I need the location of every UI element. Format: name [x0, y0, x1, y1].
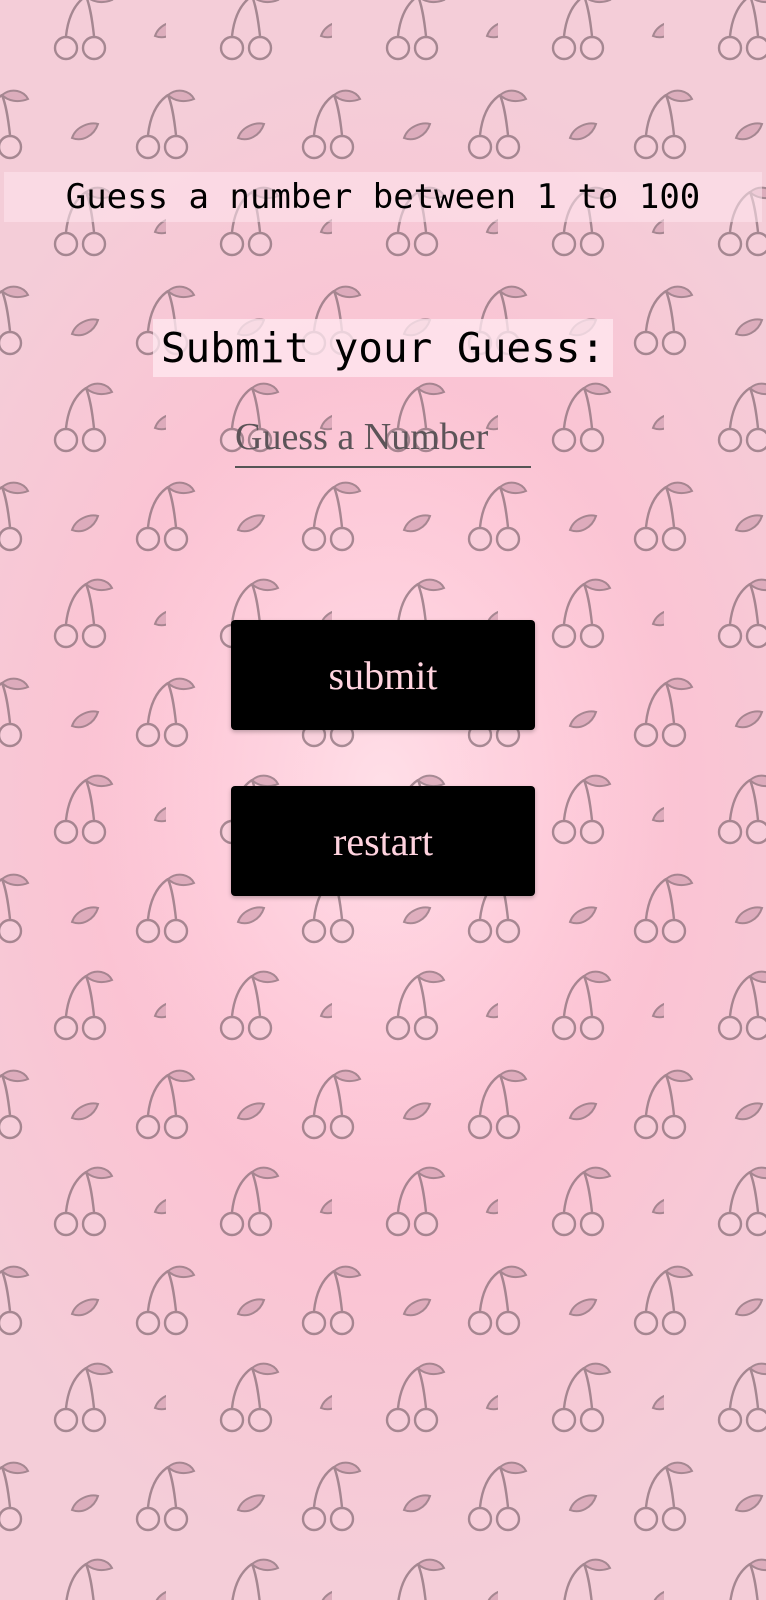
game-instruction: Guess a number between 1 to 100: [4, 172, 762, 222]
submit-button[interactable]: submit: [231, 620, 535, 730]
restart-button[interactable]: restart: [231, 786, 535, 896]
guess-input[interactable]: [235, 408, 531, 468]
guess-prompt-label: Submit your Guess:: [153, 319, 613, 377]
